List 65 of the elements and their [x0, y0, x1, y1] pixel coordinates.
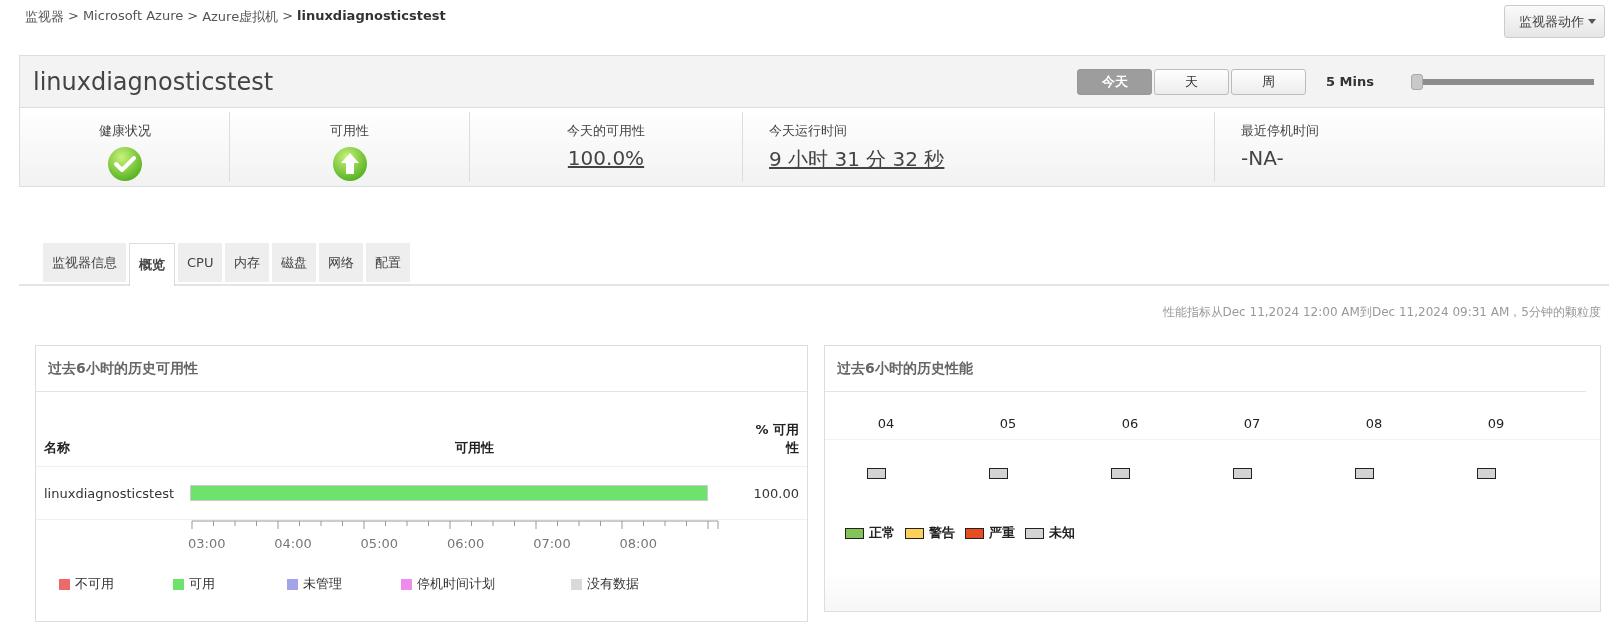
- breadcrumb-current: linuxdiagnosticstest: [297, 8, 446, 25]
- tab[interactable]: 内存: [225, 243, 270, 282]
- panel-title: 过去6小时的历史性能: [825, 346, 1586, 392]
- stat-label: 可用性: [330, 122, 369, 140]
- row-name: linuxdiagnosticstest: [44, 485, 175, 501]
- period-button[interactable]: 周: [1231, 68, 1306, 95]
- tab[interactable]: 概览: [129, 243, 175, 286]
- axis-label: 04:00: [274, 536, 312, 551]
- slider-thumb[interactable]: [1411, 73, 1423, 90]
- tab[interactable]: CPU: [178, 243, 223, 282]
- monitor-title: linuxdiagnosticstest: [33, 67, 275, 96]
- legend-label: 严重: [989, 524, 1015, 542]
- legend-label: 正常: [869, 524, 895, 542]
- breadcrumb-separator: >: [187, 8, 199, 25]
- breadcrumb-separator: >: [68, 8, 79, 25]
- breadcrumb-link[interactable]: Azure虚拟机: [202, 8, 279, 26]
- legend-label: 未管理: [303, 575, 342, 593]
- caret-icon: [1588, 19, 1596, 24]
- axis-label: 05:00: [360, 536, 399, 551]
- status-cell[interactable]: [988, 468, 1008, 479]
- axis-label: 08:00: [619, 536, 657, 551]
- column-header: 名称: [44, 439, 71, 457]
- tab[interactable]: 配置: [366, 243, 411, 282]
- monitor-actions-button[interactable]: 监视器动作: [1504, 5, 1605, 38]
- availability-percent: 100.00: [752, 485, 799, 501]
- hour-label: 06: [1120, 416, 1140, 433]
- tab[interactable]: 网络: [319, 243, 364, 282]
- legend-label: 可用: [189, 575, 215, 593]
- stat-link[interactable]: 9 小时 31 分 32 秒: [769, 146, 945, 173]
- hour-label: 05: [998, 416, 1018, 433]
- stat-label: 今天的可用性: [567, 122, 645, 140]
- axis-label: 06:00: [446, 536, 485, 551]
- breadcrumb-link[interactable]: 监视器: [25, 8, 64, 26]
- hour-label: 07: [1242, 416, 1262, 433]
- stat-label: 健康状况: [98, 122, 151, 140]
- status-cell[interactable]: [1354, 468, 1374, 479]
- hour-label: 09: [1486, 416, 1506, 433]
- column-header: % 可用性: [754, 421, 799, 457]
- hour-label: 08: [1364, 416, 1384, 433]
- hour-label: 04: [876, 416, 896, 433]
- legend-label: 不可用: [75, 575, 114, 593]
- breadcrumb-separator: >: [282, 8, 294, 25]
- legend-label: 警告: [929, 524, 955, 542]
- axis-label: 07:00: [533, 536, 571, 551]
- breadcrumb-link[interactable]: Microsoft Azure: [82, 8, 184, 26]
- granularity-label: 5 Mins: [1326, 74, 1375, 89]
- status-cell[interactable]: [1476, 468, 1496, 479]
- status-cell[interactable]: [1110, 468, 1130, 479]
- stat-link[interactable]: 100.0%: [567, 146, 645, 170]
- stat-label: 最近停机时间: [1241, 122, 1319, 140]
- stat-value: -NA-: [1241, 146, 1284, 170]
- panel-title: 过去6小时的历史可用性: [36, 346, 807, 392]
- legend-label: 停机时间计划: [417, 575, 495, 593]
- stat-label: 今天运行时间: [769, 122, 847, 140]
- period-note: 性能指标从Dec 11,2024 12:00 AM到Dec 11,2024 09:31 AM，5分钟的颗粒度: [1161, 304, 1602, 317]
- column-header: 可用性: [453, 439, 495, 457]
- status-cell[interactable]: [1232, 468, 1252, 479]
- tab[interactable]: 监视器信息: [43, 243, 126, 282]
- tab[interactable]: 磁盘: [272, 243, 317, 282]
- status-cell[interactable]: [866, 468, 886, 479]
- legend-label: 未知: [1049, 524, 1075, 542]
- legend-label: 没有数据: [587, 575, 639, 593]
- axis-label: 03:00: [188, 536, 226, 551]
- check-icon: [107, 147, 142, 181]
- period-button[interactable]: 天: [1154, 68, 1229, 95]
